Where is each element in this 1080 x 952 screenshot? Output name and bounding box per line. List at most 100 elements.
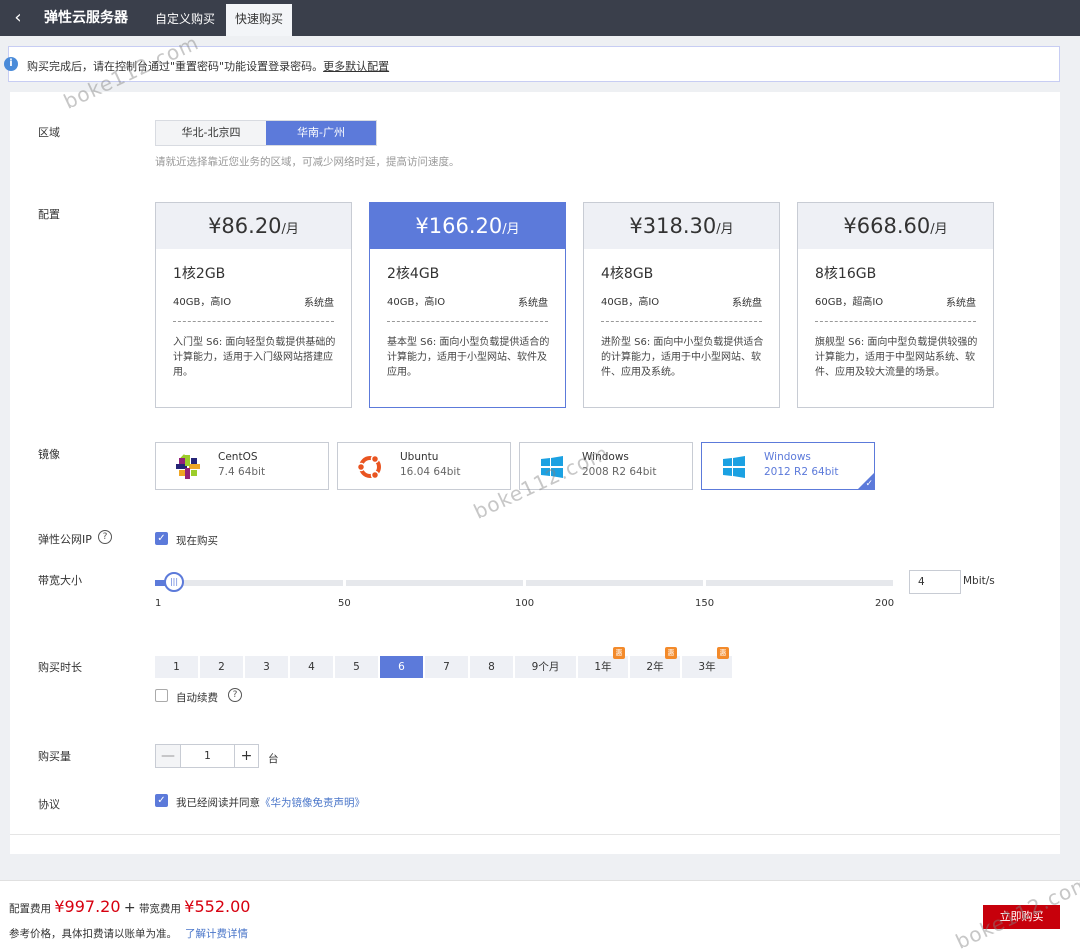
quantity-minus-button[interactable]: —	[156, 745, 180, 767]
eip-buy-now-label: 现在购买	[176, 535, 218, 547]
duration-selector: 1 2 3 4 5 6 7 8 9个月 1年惠 2年惠 3年惠	[155, 647, 734, 678]
quantity-stepper: — 1 +	[155, 744, 259, 768]
duration-option-1[interactable]: 1	[155, 656, 198, 678]
duration-option-4[interactable]: 4	[290, 656, 333, 678]
card-price: ¥86.20/月	[156, 203, 351, 249]
slider-tick: 100	[515, 598, 535, 609]
app-title: 弹性云服务器	[44, 10, 128, 26]
duration-option-2[interactable]: 2	[200, 656, 243, 678]
auto-renew-label: 自动续费	[176, 692, 218, 704]
back-arrow-icon[interactable]: ‹	[0, 0, 36, 36]
quantity-label: 购买量	[38, 750, 71, 763]
duration-option-7[interactable]: 7	[425, 656, 468, 678]
help-icon[interactable]: ?	[98, 530, 112, 544]
slider-tick: 1	[155, 598, 162, 609]
duration-option-3-years[interactable]: 3年惠	[682, 647, 732, 678]
bandwidth-input[interactable]: 4	[909, 570, 961, 594]
ubuntu-icon	[356, 454, 381, 480]
duration-option-3[interactable]: 3	[245, 656, 288, 678]
discount-badge-icon: 惠	[665, 647, 677, 659]
duration-option-2-years[interactable]: 2年惠	[630, 647, 680, 678]
image-option-centos[interactable]: CentOS 7.4 64bit	[155, 442, 329, 490]
card-price: ¥668.60/月	[798, 203, 993, 249]
disclaimer-link[interactable]: 《华为镜像免责声明》	[260, 797, 365, 809]
eip-label: 弹性公网IP	[38, 533, 92, 546]
eip-buy-now-checkbox[interactable]: ✓	[155, 532, 168, 545]
info-icon: i	[4, 57, 18, 71]
card-system-disk: 系统盘	[518, 298, 548, 309]
fee-summary: 配置费用 ¥997.20 + 带宽费用 ¥552.00	[9, 897, 250, 916]
config-card-1c2g[interactable]: ¥86.20/月 1核2GB 40GB，高IO 系统盘 入门型 S6: 面向轻型…	[155, 202, 352, 408]
duration-option-9-months[interactable]: 9个月	[515, 656, 576, 678]
region-option-beijing4[interactable]: 华北-北京四	[156, 121, 266, 145]
image-option-windows-2012[interactable]: Windows 2012 R2 64bit ✓	[701, 442, 875, 490]
region-selector: 华北-北京四 华南-广州	[155, 120, 377, 146]
tab-custom-buy[interactable]: 自定义购买	[146, 4, 224, 36]
card-spec: 4核8GB	[601, 266, 654, 282]
image-label: 镜像	[38, 448, 60, 461]
os-version: 2012 R2 64bit	[764, 466, 839, 478]
region-label: 区域	[38, 126, 60, 139]
card-description: 基本型 S6: 面向小型负载提供适合的计算能力，适用于小型网站、软件及应用。	[387, 337, 550, 378]
auto-renew-checkbox[interactable]	[155, 689, 168, 702]
config-label: 配置	[38, 208, 60, 221]
duration-option-1-year[interactable]: 1年惠	[578, 647, 628, 678]
card-system-disk: 系统盘	[304, 298, 334, 309]
windows-icon	[723, 456, 745, 478]
card-spec: 1核2GB	[173, 266, 226, 282]
config-fee-amount: ¥997.20	[54, 897, 121, 916]
card-price: ¥318.30/月	[584, 203, 779, 249]
check-icon: ✓	[865, 479, 873, 489]
card-disk: 40GB，高IO	[387, 297, 446, 308]
slider-track-segment[interactable]	[706, 580, 893, 586]
card-system-disk: 系统盘	[732, 298, 762, 309]
card-spec: 2核4GB	[387, 266, 440, 282]
card-system-disk: 系统盘	[946, 298, 976, 309]
card-description: 入门型 S6: 面向轻型负载提供基础的计算能力，适用于入门级网站搭建应用。	[173, 337, 336, 378]
quantity-input[interactable]: 1	[180, 745, 234, 767]
card-divider	[815, 321, 976, 322]
card-disk: 60GB，超高IO	[815, 297, 884, 308]
bandwidth-fee-amount: ¥552.00	[184, 897, 251, 916]
card-price: ¥166.20/月	[370, 203, 565, 249]
centos-icon	[176, 454, 200, 479]
duration-option-5[interactable]: 5	[335, 656, 378, 678]
config-card-4c8g[interactable]: ¥318.30/月 4核8GB 40GB，高IO 系统盘 进阶型 S6: 面向中…	[583, 202, 780, 408]
os-name: CentOS	[218, 451, 258, 463]
agreement-statement: 我已经阅读并同意	[176, 797, 260, 809]
agreement-checkbox[interactable]: ✓	[155, 794, 168, 807]
card-spec: 8核16GB	[815, 266, 877, 282]
config-card-8c16g[interactable]: ¥668.60/月 8核16GB 60GB，超高IO 系统盘 旗舰型 S6: 面…	[797, 202, 994, 408]
agreement-text: 我已经阅读并同意《华为镜像免责声明》	[176, 795, 365, 810]
slider-track-segment[interactable]	[346, 580, 523, 586]
bandwidth-unit: Mbit/s	[963, 575, 995, 587]
slider-tick: 200	[875, 598, 895, 609]
bandwidth-slider-handle[interactable]: |||	[164, 572, 184, 592]
quantity-plus-button[interactable]: +	[234, 745, 258, 767]
card-disk: 40GB，高IO	[173, 297, 232, 308]
slider-track-segment[interactable]	[526, 580, 703, 586]
image-option-ubuntu[interactable]: Ubuntu 16.04 64bit	[337, 442, 511, 490]
duration-option-8[interactable]: 8	[470, 656, 513, 678]
config-card-2c4g[interactable]: ¥166.20/月 2核4GB 40GB，高IO 系统盘 基本型 S6: 面向小…	[369, 202, 566, 408]
slider-tick: 150	[695, 598, 715, 609]
top-bar: ‹ 弹性云服务器 自定义购买 快速购买	[0, 0, 1080, 36]
duration-option-6[interactable]: 6	[380, 656, 423, 678]
card-description: 旗舰型 S6: 面向中型负载提供较强的计算能力，适用于中型网站系统、软件、应用及…	[815, 337, 978, 378]
divider	[10, 834, 1060, 835]
bandwidth-fee-label: 带宽费用	[138, 903, 181, 915]
agreement-label: 协议	[38, 798, 60, 811]
fee-note-text: 参考价格，具体扣费请以账单为准。	[9, 928, 177, 940]
more-defaults-link[interactable]: 更多默认配置	[323, 60, 389, 73]
discount-badge-icon: 惠	[717, 647, 729, 659]
quantity-unit: 台	[268, 753, 279, 765]
notice-text: 购买完成后，请在控制台通过"重置密码"功能设置登录密码。更多默认配置	[27, 58, 389, 74]
card-divider	[387, 321, 548, 322]
tab-quick-buy[interactable]: 快速购买	[226, 4, 293, 36]
region-option-guangzhou[interactable]: 华南-广州	[266, 121, 376, 145]
plus-sign: +	[123, 900, 136, 916]
os-name: Ubuntu	[400, 451, 439, 463]
slider-tick: 50	[338, 598, 351, 609]
help-icon[interactable]: ?	[228, 688, 242, 702]
billing-details-link[interactable]: 了解计费详情	[185, 928, 248, 940]
